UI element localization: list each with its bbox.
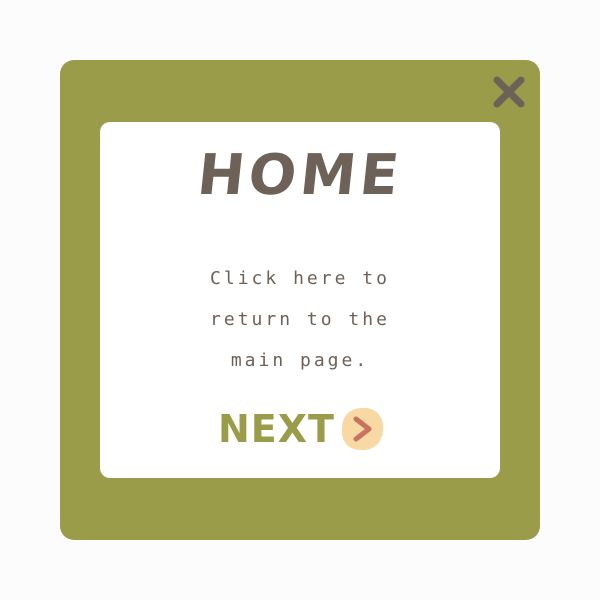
chevron-right-icon bbox=[337, 404, 387, 454]
next-button[interactable]: NEXT bbox=[218, 404, 387, 454]
close-button[interactable] bbox=[491, 74, 527, 110]
description-line-3: main page. bbox=[230, 350, 370, 371]
description-line-1: Click here to bbox=[210, 268, 390, 289]
popup-window: HOME Click here to return to the main pa… bbox=[60, 60, 540, 540]
description-line-2: return to the bbox=[210, 309, 390, 330]
popup-stage: HOME Click here to return to the main pa… bbox=[0, 0, 600, 600]
next-label: NEXT bbox=[218, 407, 335, 451]
close-x-icon bbox=[493, 76, 525, 108]
page-title: HOME bbox=[194, 143, 406, 208]
content-panel: HOME Click here to return to the main pa… bbox=[100, 122, 500, 478]
description-text[interactable]: Click here to return to the main page. bbox=[100, 258, 500, 381]
